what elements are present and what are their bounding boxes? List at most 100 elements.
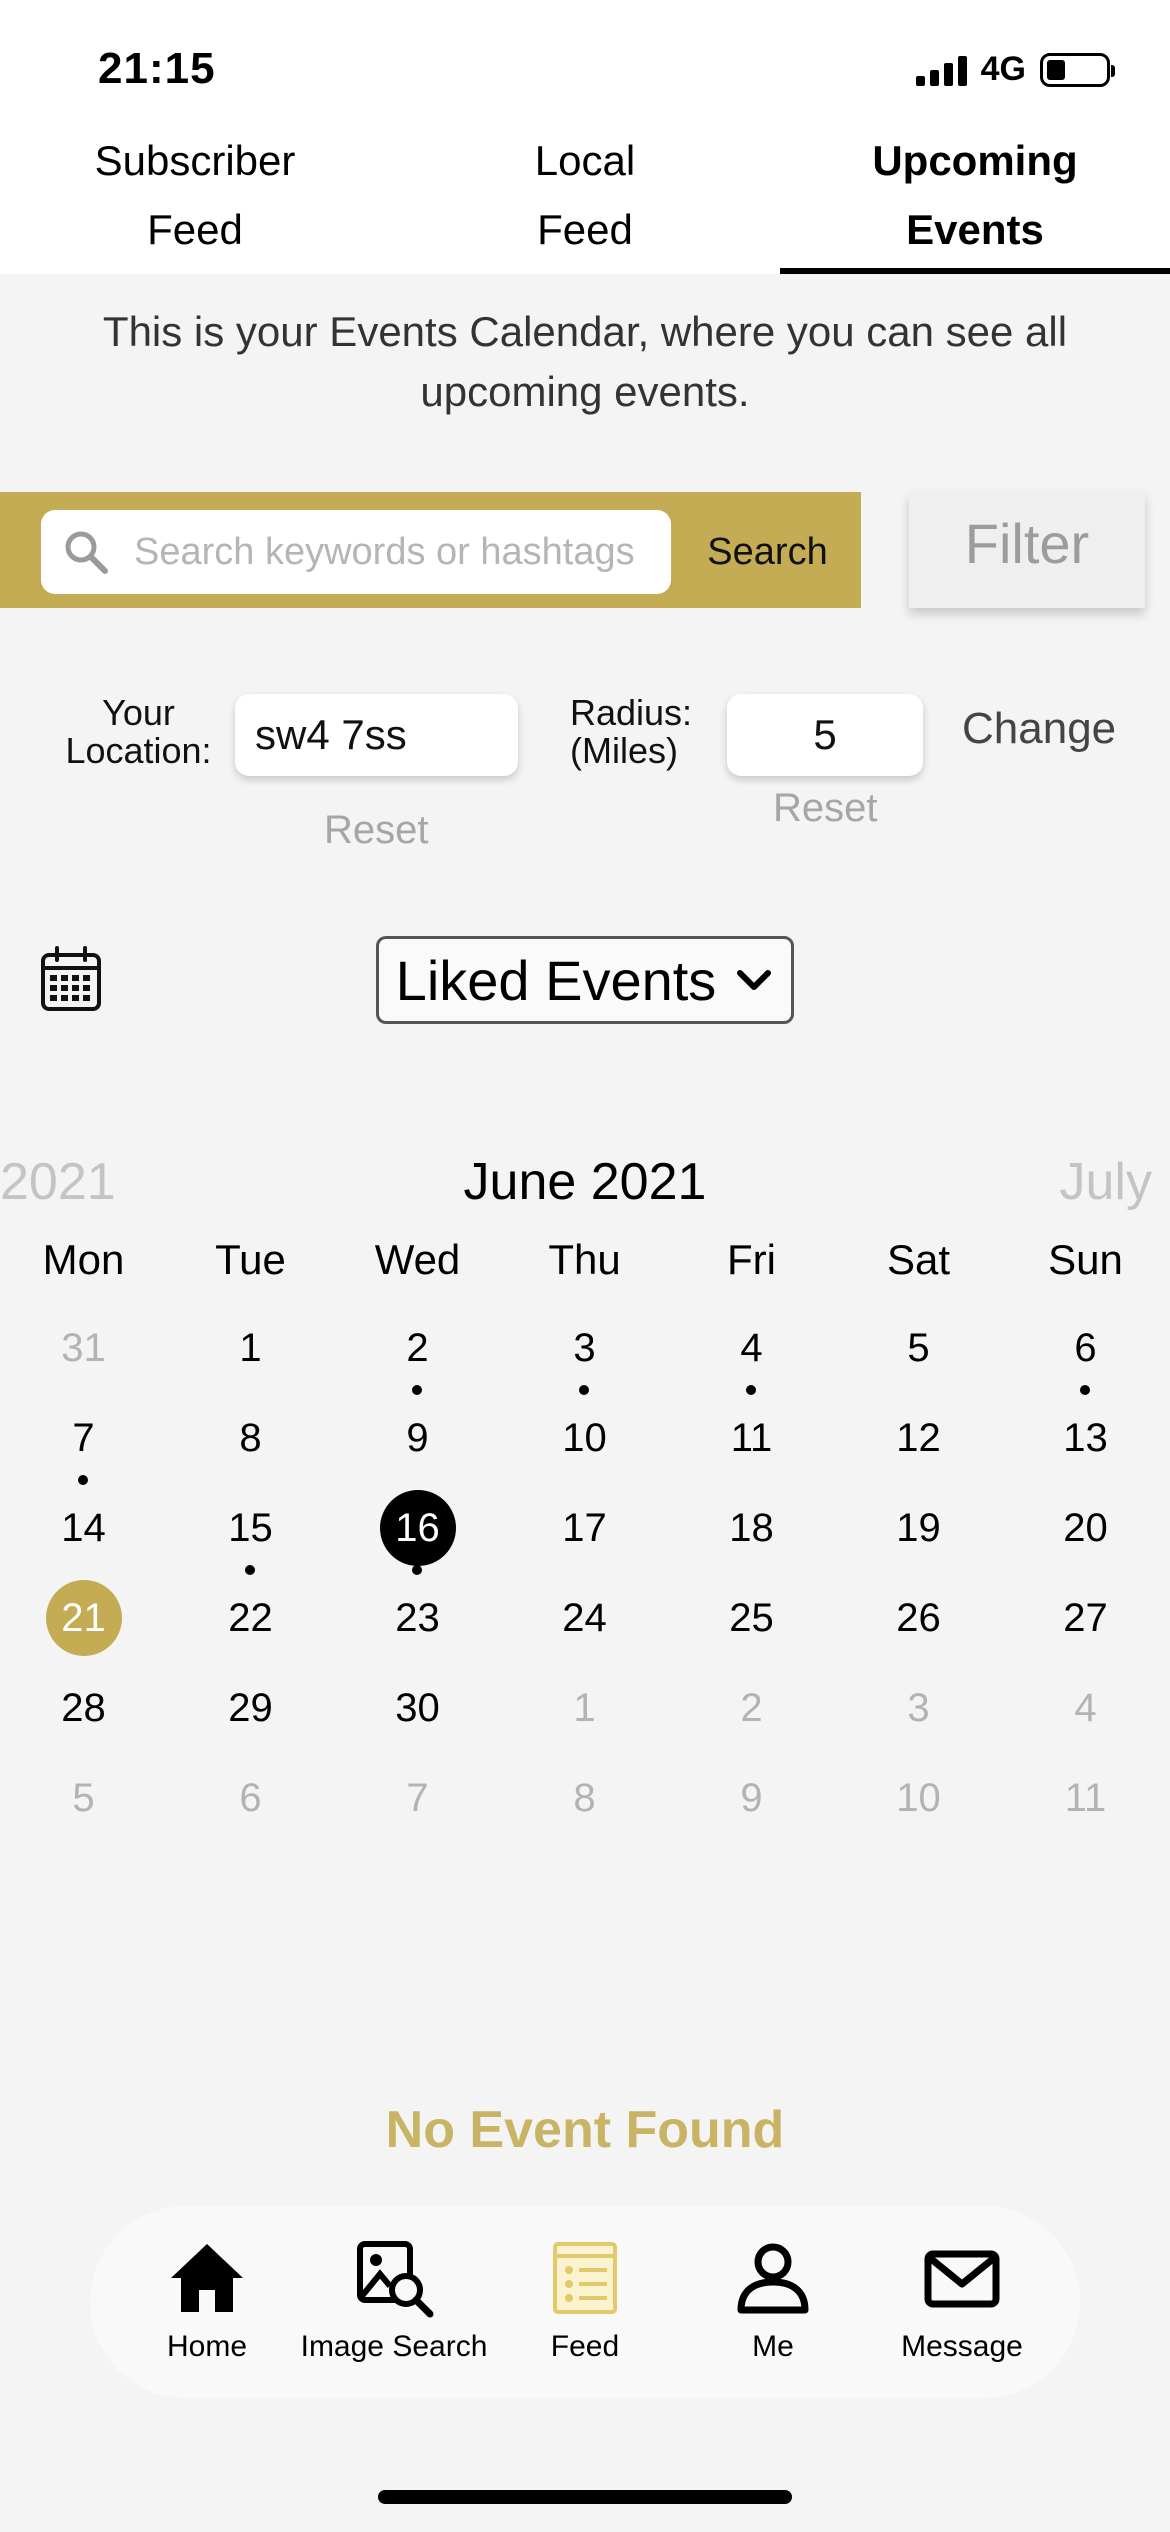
calendar-day[interactable]: 9 xyxy=(668,1760,835,1836)
calendar-day[interactable]: 31 xyxy=(0,1310,167,1386)
filter-button[interactable]: Filter xyxy=(909,492,1145,608)
location-label-line: Location: xyxy=(65,730,212,771)
day-number: 1 xyxy=(573,1686,596,1730)
nav-feed[interactable]: Feed xyxy=(485,2238,685,2364)
search-input[interactable] xyxy=(134,520,654,584)
change-button[interactable]: Change xyxy=(962,704,1116,754)
nav-image-search[interactable]: Image Search xyxy=(294,2238,494,2364)
battery-icon xyxy=(1040,52,1115,87)
day-number: 15 xyxy=(228,1506,273,1550)
status-indicators: 4G xyxy=(915,50,1115,89)
calendar-day[interactable]: 6 xyxy=(1002,1310,1169,1386)
tab-local-feed[interactable]: Local Feed xyxy=(390,126,780,264)
weekday-label: Wed xyxy=(374,1236,461,1283)
radius-reset-button[interactable]: Reset xyxy=(773,786,878,831)
event-indicator-dot xyxy=(746,1385,756,1395)
calendar-day[interactable]: 30 xyxy=(334,1670,501,1746)
calendar-day-selected[interactable]: 16 xyxy=(334,1490,501,1566)
calendar-day[interactable]: 3 xyxy=(501,1310,668,1386)
calendar-day[interactable]: 22 xyxy=(167,1580,334,1656)
day-number: 10 xyxy=(896,1776,941,1820)
calendar-day[interactable]: 24 xyxy=(501,1580,668,1656)
network-type: 4G xyxy=(980,50,1026,88)
day-number: 9 xyxy=(406,1416,429,1460)
day-number: 8 xyxy=(239,1416,262,1460)
event-indicator-dot xyxy=(1080,1385,1090,1395)
calendar-day[interactable]: 8 xyxy=(167,1400,334,1476)
tab-label: Local xyxy=(534,137,636,184)
calendar-day[interactable]: 4 xyxy=(1002,1670,1169,1746)
calendar-day[interactable]: 17 xyxy=(501,1490,668,1566)
day-number: 16 xyxy=(379,1490,456,1566)
calendar-day[interactable]: 1 xyxy=(167,1310,334,1386)
weekday-label: Thu xyxy=(548,1236,621,1283)
person-icon xyxy=(737,2243,809,2314)
calendar-day[interactable]: 10 xyxy=(835,1760,1002,1836)
calendar-day[interactable]: 12 xyxy=(835,1400,1002,1476)
radius-field[interactable] xyxy=(727,694,923,776)
calendar-day[interactable]: 5 xyxy=(0,1760,167,1836)
day-number: 18 xyxy=(729,1506,774,1550)
day-number: 11 xyxy=(1064,1776,1107,1820)
calendar-day[interactable]: 4 xyxy=(668,1310,835,1386)
event-indicator-dot xyxy=(579,1385,589,1395)
calendar-day[interactable]: 8 xyxy=(501,1760,668,1836)
weekday-label: Fri xyxy=(727,1236,776,1283)
tab-label: Feed xyxy=(147,206,243,253)
day-number: 26 xyxy=(896,1596,941,1640)
calendar-day[interactable]: 2 xyxy=(334,1310,501,1386)
calendar-day[interactable]: 20 xyxy=(1002,1490,1169,1566)
calendar-day[interactable]: 25 xyxy=(668,1580,835,1656)
event-indicator-dot xyxy=(412,1565,422,1575)
calendar-day[interactable]: 13 xyxy=(1002,1400,1169,1476)
calendar-icon[interactable] xyxy=(40,946,102,1012)
tab-upcoming-events[interactable]: Upcoming Events xyxy=(780,126,1170,264)
day-number: 4 xyxy=(1074,1686,1097,1730)
calendar-day-today[interactable]: 21 xyxy=(0,1580,167,1656)
status-time: 21:15 xyxy=(98,44,216,93)
nav-message[interactable]: Message xyxy=(862,2238,1062,2364)
day-number: 4 xyxy=(740,1326,763,1370)
radius-label-line: Radius: xyxy=(570,692,693,733)
nav-home[interactable]: Home xyxy=(107,2238,307,2364)
tab-label: Feed xyxy=(537,206,633,253)
calendar-day[interactable]: 2 xyxy=(668,1670,835,1746)
location-field[interactable] xyxy=(235,694,518,776)
calendar-day[interactable]: 15 xyxy=(167,1490,334,1566)
calendar-day[interactable]: 7 xyxy=(0,1400,167,1476)
tab-label: Events xyxy=(906,206,1044,253)
search-button[interactable]: Search xyxy=(690,516,845,588)
location-reset-button[interactable]: Reset xyxy=(324,808,429,853)
calendar-day[interactable]: 27 xyxy=(1002,1580,1169,1656)
calendar-day[interactable]: 23 xyxy=(334,1580,501,1656)
next-month-label[interactable]: July xyxy=(1060,1152,1152,1212)
calendar-day[interactable]: 26 xyxy=(835,1580,1002,1656)
calendar-day[interactable]: 29 xyxy=(167,1670,334,1746)
calendar-day[interactable]: 11 xyxy=(668,1400,835,1476)
day-number: 7 xyxy=(406,1776,429,1820)
nav-me[interactable]: Me xyxy=(673,2238,873,2364)
weekday-label: Sat xyxy=(886,1236,951,1283)
tab-subscriber-feed[interactable]: Subscriber Feed xyxy=(0,126,390,264)
nav-label: Image Search xyxy=(300,2330,488,2363)
calendar-day[interactable]: 18 xyxy=(668,1490,835,1566)
events-filter-dropdown[interactable]: Liked Events xyxy=(376,936,794,1024)
calendar-day[interactable]: 11 xyxy=(1002,1760,1169,1836)
prev-month-label[interactable]: 2021 xyxy=(0,1152,116,1212)
intro-text: This is your Events Calendar, where you … xyxy=(102,308,1068,415)
radius-label-line: (Miles) xyxy=(570,730,678,771)
calendar-day[interactable]: 1 xyxy=(501,1670,668,1746)
day-number: 1 xyxy=(239,1326,262,1370)
calendar-day[interactable]: 9 xyxy=(334,1400,501,1476)
calendar-day[interactable]: 5 xyxy=(835,1310,1002,1386)
calendar-day[interactable]: 14 xyxy=(0,1490,167,1566)
calendar-day[interactable]: 10 xyxy=(501,1400,668,1476)
tab-label: Upcoming xyxy=(872,137,1078,184)
calendar-day[interactable]: 7 xyxy=(334,1760,501,1836)
day-number: 30 xyxy=(395,1686,440,1730)
calendar-day[interactable]: 3 xyxy=(835,1670,1002,1746)
calendar-day[interactable]: 6 xyxy=(167,1760,334,1836)
calendar-day[interactable]: 19 xyxy=(835,1490,1002,1566)
calendar-day[interactable]: 28 xyxy=(0,1670,167,1746)
day-number: 27 xyxy=(1063,1596,1108,1640)
